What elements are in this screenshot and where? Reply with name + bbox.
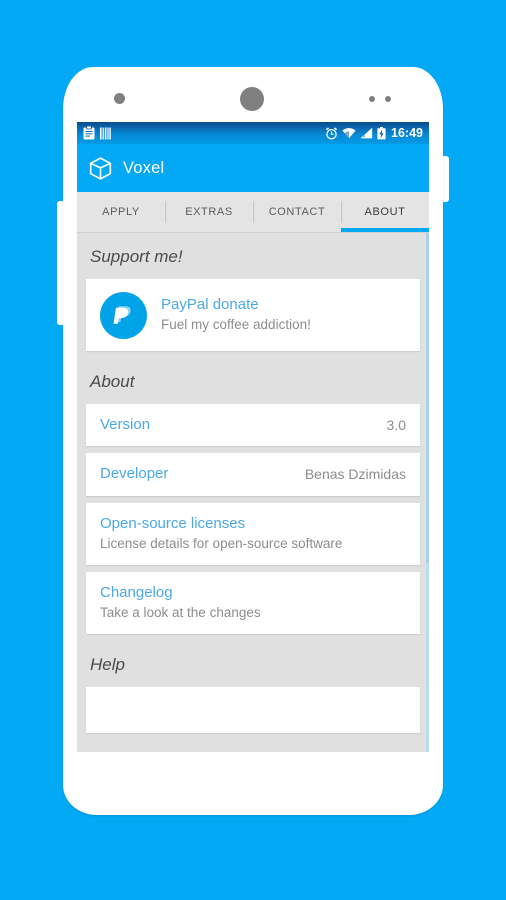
section-header-support: Support me! <box>90 247 183 266</box>
paypal-text-group: PayPal donate Fuel my coffee addiction! <box>161 295 311 335</box>
tab-bar[interactable]: APPLY EXTRAS CONTACT ABOUT <box>77 192 429 233</box>
list-item-title: Developer <box>100 465 169 483</box>
phone-top-bezel <box>63 67 443 122</box>
phone-screen: 16:49 Voxel APPLY EXTRAS CONTACT ABOUT S… <box>77 122 429 752</box>
camera-lens-icon <box>114 93 125 104</box>
tab-about-label: ABOUT <box>364 206 406 218</box>
list-item-title: Version <box>100 416 151 433</box>
proximity-sensor-icon <box>369 96 375 102</box>
paypal-icon <box>100 291 147 339</box>
list-item-developer[interactable]: Developer Benas Dzimidas <box>86 453 420 496</box>
tab-extras-underline <box>165 228 253 232</box>
list-item-open-source-licenses[interactable]: Open-source licenses License details for… <box>86 502 420 565</box>
tab-about[interactable]: ABOUT <box>341 192 429 232</box>
list-item-title: Changelog <box>100 583 173 601</box>
tab-extras-label: EXTRAS <box>185 206 233 218</box>
list-item-version[interactable]: Version 3.0 <box>86 404 420 447</box>
light-sensor-icon <box>385 96 391 102</box>
alarm-icon <box>325 126 338 140</box>
action-bar: Voxel <box>77 144 429 192</box>
status-bar-right-icons: 16:49 <box>325 125 423 140</box>
section-header-help: Help <box>90 654 125 674</box>
scrollbar-thumb[interactable] <box>426 233 429 563</box>
phone-device: 16:49 Voxel APPLY EXTRAS CONTACT ABOUT S… <box>63 67 443 815</box>
voxel-cube-icon[interactable] <box>88 156 113 181</box>
app-title: Voxel <box>123 158 165 177</box>
signal-icon <box>360 127 373 139</box>
status-bar-clock: 16:49 <box>391 125 423 140</box>
list-item-subtitle: License details for open-source software <box>100 535 343 551</box>
tab-contact-label: CONTACT <box>268 206 326 218</box>
tab-contact[interactable]: CONTACT <box>253 192 341 232</box>
list-item-subtitle: Take a look at the changes <box>100 604 261 620</box>
list-item-value: 3.0 <box>386 417 406 434</box>
list-item-value: Benas Dzimidas <box>304 466 406 483</box>
battery-charging-icon <box>377 126 386 140</box>
barcode-icon <box>100 127 111 140</box>
tab-apply-underline <box>77 228 165 232</box>
list-item-paypal-donate[interactable]: PayPal donate Fuel my coffee addiction! <box>86 279 420 351</box>
tab-contact-underline <box>253 228 341 232</box>
status-bar: 16:49 <box>77 122 429 144</box>
list-item-title: Open-source licenses <box>100 514 246 532</box>
tab-apply[interactable]: APPLY <box>77 192 165 232</box>
status-bar-left-icons <box>83 126 111 140</box>
section-header-about: About <box>90 372 135 391</box>
list-item-title: PayPal donate <box>161 295 259 313</box>
list-item-help-partial[interactable] <box>86 686 420 733</box>
scrollbar-track[interactable] <box>426 233 429 752</box>
tab-apply-label: APPLY <box>102 206 140 218</box>
earpiece-speaker-icon <box>240 87 264 111</box>
list-item-subtitle: Fuel my coffee addiction! <box>161 317 311 333</box>
wifi-icon <box>342 127 356 139</box>
list-item-changelog[interactable]: Changelog Take a look at the changes <box>86 571 420 634</box>
about-list[interactable]: Support me! PayPal donate Fuel my coffee… <box>77 233 429 752</box>
tab-extras[interactable]: EXTRAS <box>165 192 253 232</box>
tab-about-underline <box>341 228 429 232</box>
clipboard-icon <box>83 126 95 140</box>
